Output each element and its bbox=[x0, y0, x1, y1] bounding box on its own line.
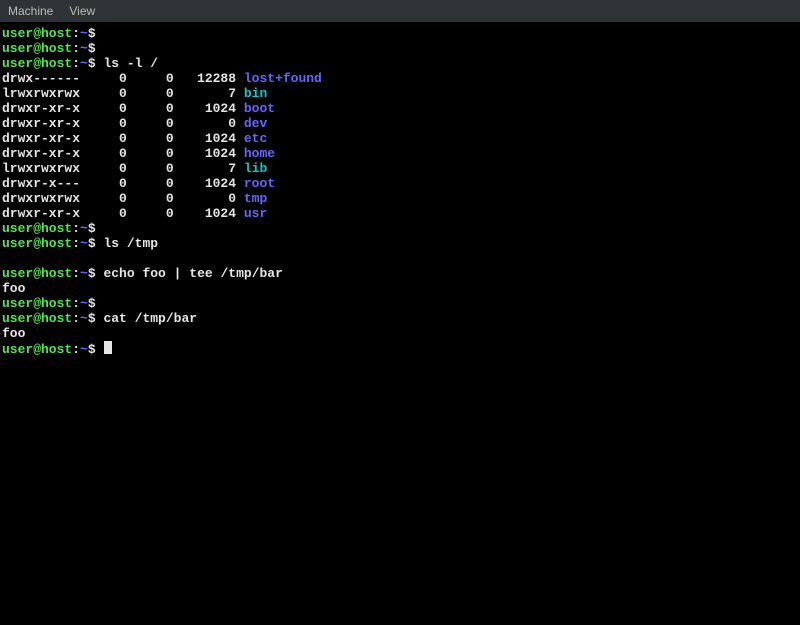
output-text: foo bbox=[2, 281, 25, 296]
prompt-path: ~ bbox=[80, 342, 88, 357]
ls-columns: drwxr-xr-x 0 0 1024 bbox=[2, 146, 244, 161]
prompt-path: ~ bbox=[80, 41, 88, 56]
ls-columns: drwxr-xr-x 0 0 1024 bbox=[2, 131, 244, 146]
ls-name: lib bbox=[244, 161, 267, 176]
terminal-line: drwxr-x--- 0 0 1024 root bbox=[2, 176, 798, 191]
menu-bar: Machine View bbox=[0, 0, 800, 22]
prompt-path: ~ bbox=[80, 311, 88, 326]
command-text: cat /tmp/bar bbox=[103, 311, 197, 326]
prompt-user-host: user@host bbox=[2, 342, 72, 357]
ls-columns: drwxrwxrwx 0 0 0 bbox=[2, 191, 244, 206]
terminal-line: drwx------ 0 0 12288 lost+found bbox=[2, 71, 798, 86]
command-text: ls /tmp bbox=[103, 236, 158, 251]
prompt-symbol: $ bbox=[88, 296, 104, 311]
prompt-symbol: $ bbox=[88, 56, 104, 71]
prompt-user-host: user@host bbox=[2, 296, 72, 311]
cursor bbox=[104, 341, 112, 354]
terminal-line: drwxr-xr-x 0 0 1024 etc bbox=[2, 131, 798, 146]
terminal-line: drwxrwxrwx 0 0 0 tmp bbox=[2, 191, 798, 206]
terminal-line: user@host:~$ echo foo | tee /tmp/bar bbox=[2, 266, 798, 281]
terminal-line: drwxr-xr-x 0 0 1024 usr bbox=[2, 206, 798, 221]
prompt-symbol: $ bbox=[88, 26, 104, 41]
prompt-symbol: $ bbox=[88, 342, 104, 357]
terminal-line: foo bbox=[2, 281, 798, 296]
ls-name: etc bbox=[244, 131, 267, 146]
terminal-line: user@host:~$ bbox=[2, 341, 798, 357]
output-text: foo bbox=[2, 326, 25, 341]
ls-name: usr bbox=[244, 206, 267, 221]
prompt-symbol: $ bbox=[88, 266, 104, 281]
prompt-user-host: user@host bbox=[2, 26, 72, 41]
prompt-sep: : bbox=[72, 221, 80, 236]
terminal-line: user@host:~$ bbox=[2, 41, 798, 56]
terminal-line: drwxr-xr-x 0 0 1024 boot bbox=[2, 101, 798, 116]
prompt-user-host: user@host bbox=[2, 56, 72, 71]
prompt-path: ~ bbox=[80, 266, 88, 281]
ls-name: root bbox=[244, 176, 275, 191]
prompt-sep: : bbox=[72, 342, 80, 357]
prompt-user-host: user@host bbox=[2, 221, 72, 236]
command-text: ls -l / bbox=[103, 56, 158, 71]
ls-name: bin bbox=[244, 86, 267, 101]
prompt-symbol: $ bbox=[88, 311, 104, 326]
menu-machine[interactable]: Machine bbox=[8, 4, 53, 19]
terminal-line: user@host:~$ bbox=[2, 26, 798, 41]
terminal-line: user@host:~$ cat /tmp/bar bbox=[2, 311, 798, 326]
ls-name: dev bbox=[244, 116, 267, 131]
prompt-sep: : bbox=[72, 56, 80, 71]
menu-view[interactable]: View bbox=[69, 4, 95, 19]
prompt-path: ~ bbox=[80, 296, 88, 311]
prompt-sep: : bbox=[72, 311, 80, 326]
ls-columns: drwxr-x--- 0 0 1024 bbox=[2, 176, 244, 191]
prompt-path: ~ bbox=[80, 26, 88, 41]
terminal-line: user@host:~$ bbox=[2, 296, 798, 311]
terminal-line: lrwxrwxrwx 0 0 7 lib bbox=[2, 161, 798, 176]
prompt-sep: : bbox=[72, 296, 80, 311]
ls-name: boot bbox=[244, 101, 275, 116]
prompt-sep: : bbox=[72, 41, 80, 56]
prompt-path: ~ bbox=[80, 56, 88, 71]
terminal-line: drwxr-xr-x 0 0 1024 home bbox=[2, 146, 798, 161]
ls-columns: drwx------ 0 0 12288 bbox=[2, 71, 244, 86]
prompt-sep: : bbox=[72, 26, 80, 41]
ls-columns: drwxr-xr-x 0 0 1024 bbox=[2, 206, 244, 221]
terminal-line: user@host:~$ ls -l / bbox=[2, 56, 798, 71]
terminal-line: drwxr-xr-x 0 0 0 dev bbox=[2, 116, 798, 131]
ls-columns: drwxr-xr-x 0 0 1024 bbox=[2, 101, 244, 116]
ls-columns: lrwxrwxrwx 0 0 7 bbox=[2, 86, 244, 101]
prompt-sep: : bbox=[72, 236, 80, 251]
prompt-sep: : bbox=[72, 266, 80, 281]
prompt-path: ~ bbox=[80, 236, 88, 251]
terminal-area[interactable]: user@host:~$ user@host:~$ user@host:~$ l… bbox=[0, 22, 800, 357]
terminal-line bbox=[2, 251, 798, 266]
prompt-symbol: $ bbox=[88, 41, 104, 56]
ls-columns: lrwxrwxrwx 0 0 7 bbox=[2, 161, 244, 176]
terminal-line: foo bbox=[2, 326, 798, 341]
ls-name: home bbox=[244, 146, 275, 161]
prompt-user-host: user@host bbox=[2, 311, 72, 326]
ls-name: lost+found bbox=[244, 71, 322, 86]
terminal-line: user@host:~$ bbox=[2, 221, 798, 236]
ls-name: tmp bbox=[244, 191, 267, 206]
prompt-symbol: $ bbox=[88, 236, 104, 251]
ls-columns: drwxr-xr-x 0 0 0 bbox=[2, 116, 244, 131]
prompt-user-host: user@host bbox=[2, 41, 72, 56]
prompt-path: ~ bbox=[80, 221, 88, 236]
prompt-user-host: user@host bbox=[2, 236, 72, 251]
command-text: echo foo | tee /tmp/bar bbox=[103, 266, 282, 281]
terminal-line: lrwxrwxrwx 0 0 7 bin bbox=[2, 86, 798, 101]
prompt-user-host: user@host bbox=[2, 266, 72, 281]
terminal-line: user@host:~$ ls /tmp bbox=[2, 236, 798, 251]
prompt-symbol: $ bbox=[88, 221, 104, 236]
